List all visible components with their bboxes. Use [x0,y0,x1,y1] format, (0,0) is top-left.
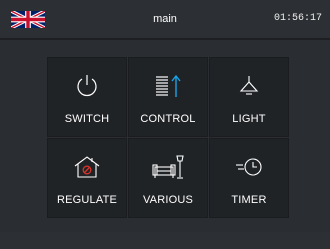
footer-bar [0,232,330,249]
clock-icon [210,147,288,187]
various-tile[interactable]: VARIOUS [128,138,208,218]
menu-grid: SWITCH CONTROL LIGHT REGULATE VARIOUS TI… [47,57,289,219]
switch-tile[interactable]: SWITCH [47,57,127,137]
control-tile[interactable]: CONTROL [128,57,208,137]
sofa-lamp-icon [129,147,207,187]
switch-label: SWITCH [64,113,110,125]
header-bar: main 01:56:17 [0,0,330,40]
control-icon [129,66,207,106]
power-icon [48,66,126,106]
control-label: CONTROL [140,113,196,125]
house-regulate-icon [48,147,126,187]
timer-label: TIMER [231,194,267,206]
regulate-tile[interactable]: REGULATE [47,138,127,218]
clock-time: 01:56:17 [273,13,322,24]
light-tile[interactable]: LIGHT [209,57,289,137]
main-screen: main 01:56:17 SWITCH CONTROL LIGHT REGUL… [0,0,330,249]
regulate-label: REGULATE [56,194,118,206]
timer-tile[interactable]: TIMER [209,138,289,218]
light-label: LIGHT [232,113,266,125]
lamp-icon [210,66,288,106]
various-label: VARIOUS [142,194,194,206]
